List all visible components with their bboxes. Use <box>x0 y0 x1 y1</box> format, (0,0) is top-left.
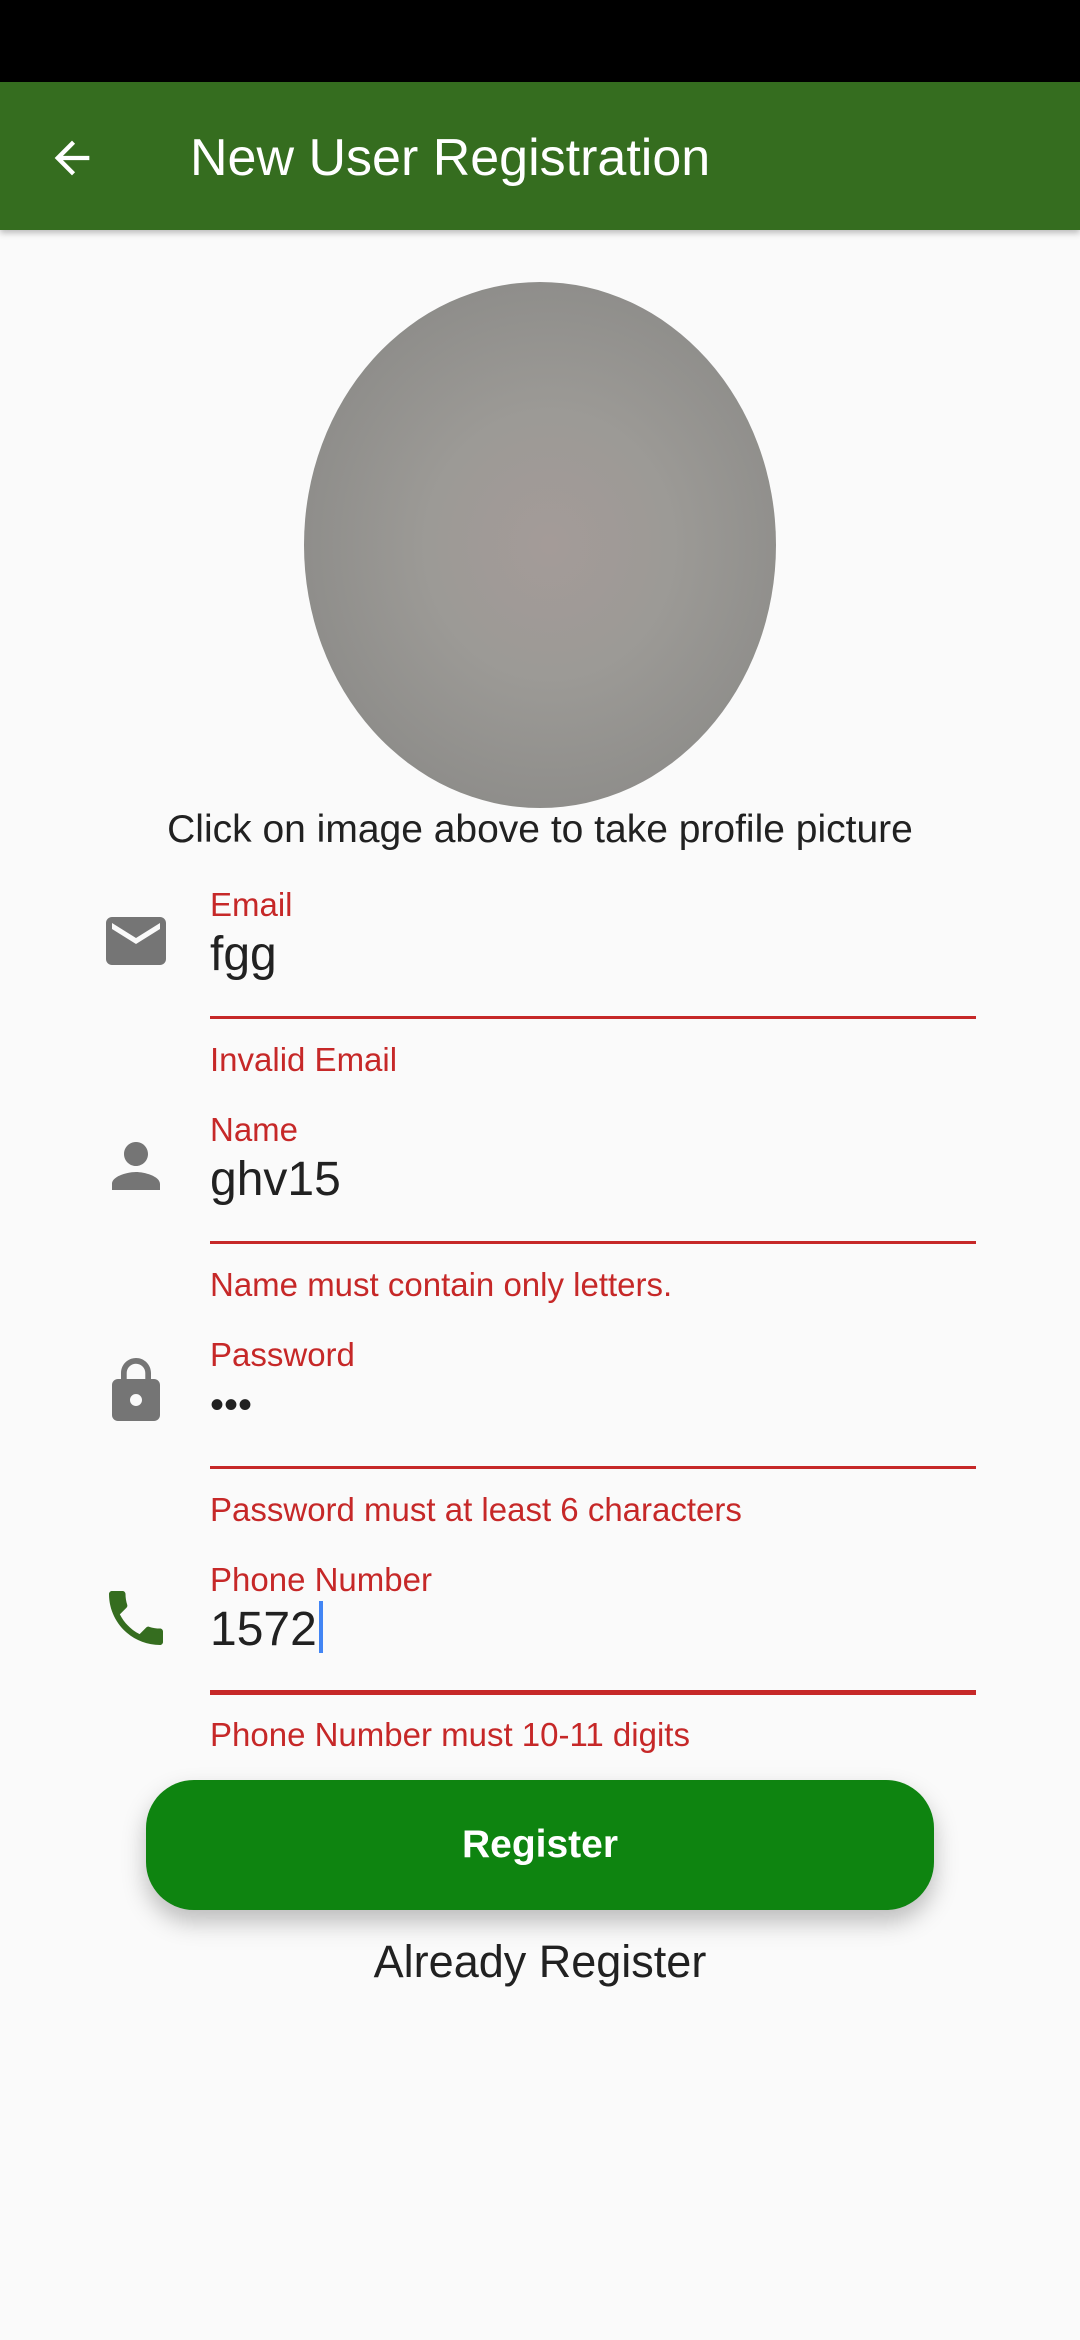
phone-label: Phone Number <box>210 1561 432 1598</box>
register-button[interactable]: Register <box>146 1780 934 1910</box>
email-error: Invalid Email <box>210 1041 398 1078</box>
back-button[interactable] <box>36 122 108 194</box>
email-label: Email <box>210 886 293 923</box>
password-input[interactable]: ••• <box>210 1375 252 1435</box>
arrow-back-icon <box>54 140 90 176</box>
password-field[interactable]: Password ••• Password must at least 6 ch… <box>0 1335 1080 1560</box>
password-underline <box>210 1466 976 1469</box>
phone-field[interactable]: Phone Number 1572 Phone Number must 10-1… <box>0 1560 1080 1785</box>
profile-picture-hint: Click on image above to take profile pic… <box>167 808 913 851</box>
password-label: Password <box>210 1336 355 1373</box>
status-bar <box>0 0 1080 82</box>
name-error: Name must contain only letters. <box>210 1266 673 1303</box>
email-input[interactable]: fgg <box>210 925 277 985</box>
page-title: New User Registration <box>190 129 711 187</box>
email-underline <box>210 1016 976 1019</box>
envelope-icon <box>106 917 166 965</box>
email-field[interactable]: Email fgg Invalid Email <box>0 885 1080 1110</box>
name-underline <box>210 1241 976 1244</box>
name-label: Name <box>210 1111 299 1148</box>
profile-picture[interactable] <box>304 282 776 808</box>
phone-input[interactable]: 1572 <box>210 1600 323 1660</box>
phone-icon <box>109 1591 163 1645</box>
password-error: Password must at least 6 characters <box>210 1491 742 1528</box>
phone-input-text: 1572 <box>210 1603 317 1656</box>
already-register-link[interactable]: Already Register <box>0 1932 1080 1992</box>
name-field[interactable]: Name ghv15 Name must contain only letter… <box>0 1110 1080 1335</box>
phone-underline <box>210 1690 976 1695</box>
name-input[interactable]: ghv15 <box>210 1150 341 1210</box>
phone-error: Phone Number must 10-11 digits <box>210 1716 690 1753</box>
lock-icon <box>112 1358 160 1421</box>
app-bar: New User Registration <box>0 82 1080 230</box>
text-cursor <box>318 1601 323 1653</box>
person-icon <box>112 1142 160 1190</box>
